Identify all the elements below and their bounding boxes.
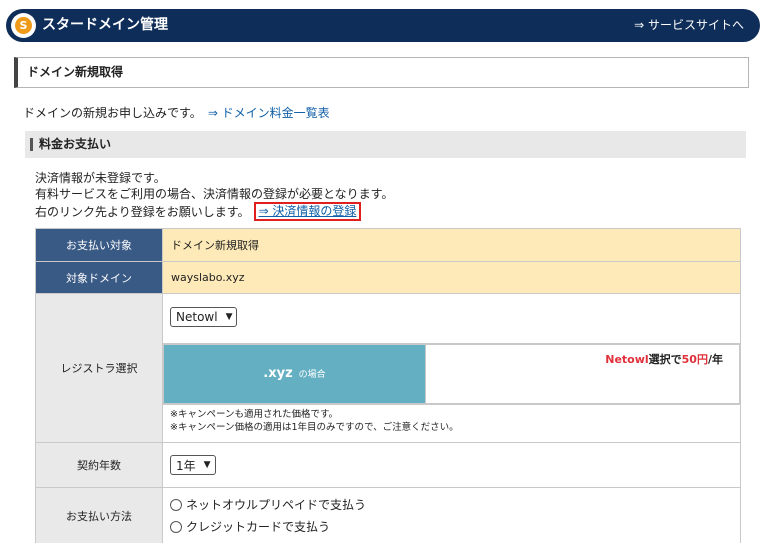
row-payment-method: お支払い方法 ネットオウルプリペイドで支払う クレジットカードで支払う [35, 487, 741, 543]
contract-years-select[interactable]: 1年 ▼ [170, 455, 216, 475]
payment-registration-link[interactable]: ⇒ 決済情報の登録 [253, 202, 362, 221]
price-unit: /年 [707, 352, 723, 366]
row-target-domain: 対象ドメイン wayslabo.xyz [35, 261, 741, 294]
chevron-down-icon: ▼ [203, 460, 211, 470]
section-marker [30, 138, 33, 151]
tld-cell: .xyz の場合 [163, 343, 426, 404]
intro-text: ドメインの新規お申し込みです。 [23, 106, 202, 120]
price-cell: Netowl選択で50円/年 [425, 343, 740, 404]
price-note-2: ※キャンペーン価格の適用は1年目のみですので、ご注意ください。 [170, 421, 459, 433]
registrar-cell: Netowl ▼ .xyz の場合 Netowl選択で50円/年 ※キャンペーンも… [162, 293, 741, 443]
notice-line-2: 有料サービスをご利用の場合、決済情報の登録が必要となります。 [35, 187, 394, 201]
star-domain-logo-icon: S [15, 17, 32, 34]
notice-line-1: 決済情報が未登録です。 [35, 171, 166, 185]
registrar-select-area: Netowl ▼ [163, 299, 740, 344]
row-payment-target: お支払い対象 ドメイン新規取得 [35, 228, 741, 262]
payment-target-label: お支払い対象 [35, 228, 163, 262]
page-title: ドメイン新規取得 [27, 65, 124, 79]
intro: ドメインの新規お申し込みです。 ⇒ ドメイン料金一覧表 [23, 104, 330, 121]
page-title-box: ドメイン新規取得 [14, 57, 749, 88]
price-note-1: ※キャンペーンも適用された価格です。 [170, 408, 339, 420]
app-title: スタードメイン管理 [42, 17, 168, 33]
contract-years-cell: 1年 ▼ [162, 442, 741, 488]
section-title: 料金お支払い [39, 137, 112, 151]
price-amount: 50円 [681, 352, 708, 366]
registrar-select-value: Netowl [176, 309, 218, 324]
payment-option-credit-label: クレジットカードで支払う [186, 520, 331, 534]
payment-option-credit[interactable]: クレジットカードで支払う [170, 516, 740, 538]
payment-target-value: ドメイン新規取得 [162, 228, 741, 262]
target-domain-label: 対象ドメイン [35, 261, 163, 294]
app-header: S スタードメイン管理 ⇒ サービスサイトへ [6, 9, 760, 42]
payment-method-label: お支払い方法 [35, 487, 163, 543]
logo: S [11, 13, 36, 38]
radio-credit-card[interactable] [170, 520, 182, 533]
payment-option-prepaid[interactable]: ネットオウルプリペイドで支払う [170, 494, 740, 516]
row-contract-years: 契約年数 1年 ▼ [35, 442, 741, 488]
row-registrar: レジストラ選択 Netowl ▼ .xyzの場合 Netowl選択で50円/年 [35, 293, 741, 443]
radio-prepaid[interactable] [170, 498, 182, 511]
contract-years-label: 契約年数 [35, 442, 163, 488]
price-select-text: 選択で [648, 352, 682, 366]
section-heading: 料金お支払い [25, 131, 746, 158]
contract-years-value: 1年 [176, 458, 196, 473]
payment-option-prepaid-label: ネットオウルプリペイドで支払う [186, 498, 367, 512]
tld-name: .xyz [263, 366, 293, 381]
registrar-label: レジストラ選択 [35, 293, 163, 443]
price-list-link[interactable]: ⇒ ドメイン料金一覧表 [208, 106, 330, 120]
price-registrar: Netowl [605, 352, 649, 366]
target-domain-value: wayslabo.xyz [162, 261, 741, 294]
registrar-select[interactable]: Netowl ▼ [170, 306, 238, 327]
service-site-link[interactable]: ⇒ サービスサイトへ [634, 9, 744, 42]
payment-method-cell: ネットオウルプリペイドで支払う クレジットカードで支払う [162, 487, 741, 543]
chevron-down-icon: ▼ [225, 311, 233, 322]
payment-notice: 決済情報が未登録です。 有料サービスをご利用の場合、決済情報の登録が必要となりま… [35, 170, 393, 221]
tld-suffix: の場合 [298, 370, 326, 380]
price-notes: ※キャンペーンも適用された価格です。 ※キャンペーン価格の適用は1年目のみですの… [163, 403, 740, 438]
notice-line-3: 右のリンク先より登録をお願いします。 [35, 204, 250, 219]
payment-form-table: お支払い対象 ドメイン新規取得 対象ドメイン wayslabo.xyz レジスト… [35, 228, 741, 543]
registrar-price-table: .xyz の場合 Netowl選択で50円/年 [163, 343, 740, 404]
